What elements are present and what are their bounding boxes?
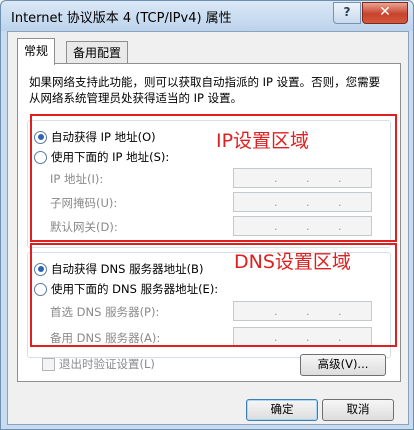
advanced-button[interactable]: 高级(V)... (300, 354, 386, 376)
tab-alternate-config[interactable]: 备用配置 (66, 41, 129, 64)
close-button[interactable]: ✕ (362, 2, 408, 24)
validate-on-exit-label: 退出时验证设置(L) (59, 357, 155, 371)
tab-general[interactable]: 常规 (17, 38, 56, 65)
dialog-window: Internet 协议版本 4 (TCP/IPv4) 属性 ? ✕ 常规 备用配… (0, 0, 414, 430)
ok-button[interactable]: 确定 (246, 399, 318, 421)
ip-annotation-label: IP设置区域 (216, 130, 310, 152)
window-title: Internet 协议版本 4 (TCP/IPv4) 属性 (11, 11, 232, 26)
dns-annotation-label: DNS设置区域 (234, 251, 351, 273)
validate-on-exit-checkbox[interactable] (42, 357, 55, 371)
ip-annotation-box (30, 114, 397, 242)
cancel-button[interactable]: 取消 (322, 399, 394, 421)
title-bar[interactable]: Internet 协议版本 4 (TCP/IPv4) 属性 ? ✕ (1, 1, 413, 31)
description-text: 如果网络支持此功能，则可以获取自动指派的 IP 设置。否则，您需要从网络系统管理… (29, 75, 381, 105)
help-button[interactable]: ? (333, 2, 361, 24)
validate-on-exit-option[interactable]: 退出时验证设置(L) (42, 356, 155, 372)
